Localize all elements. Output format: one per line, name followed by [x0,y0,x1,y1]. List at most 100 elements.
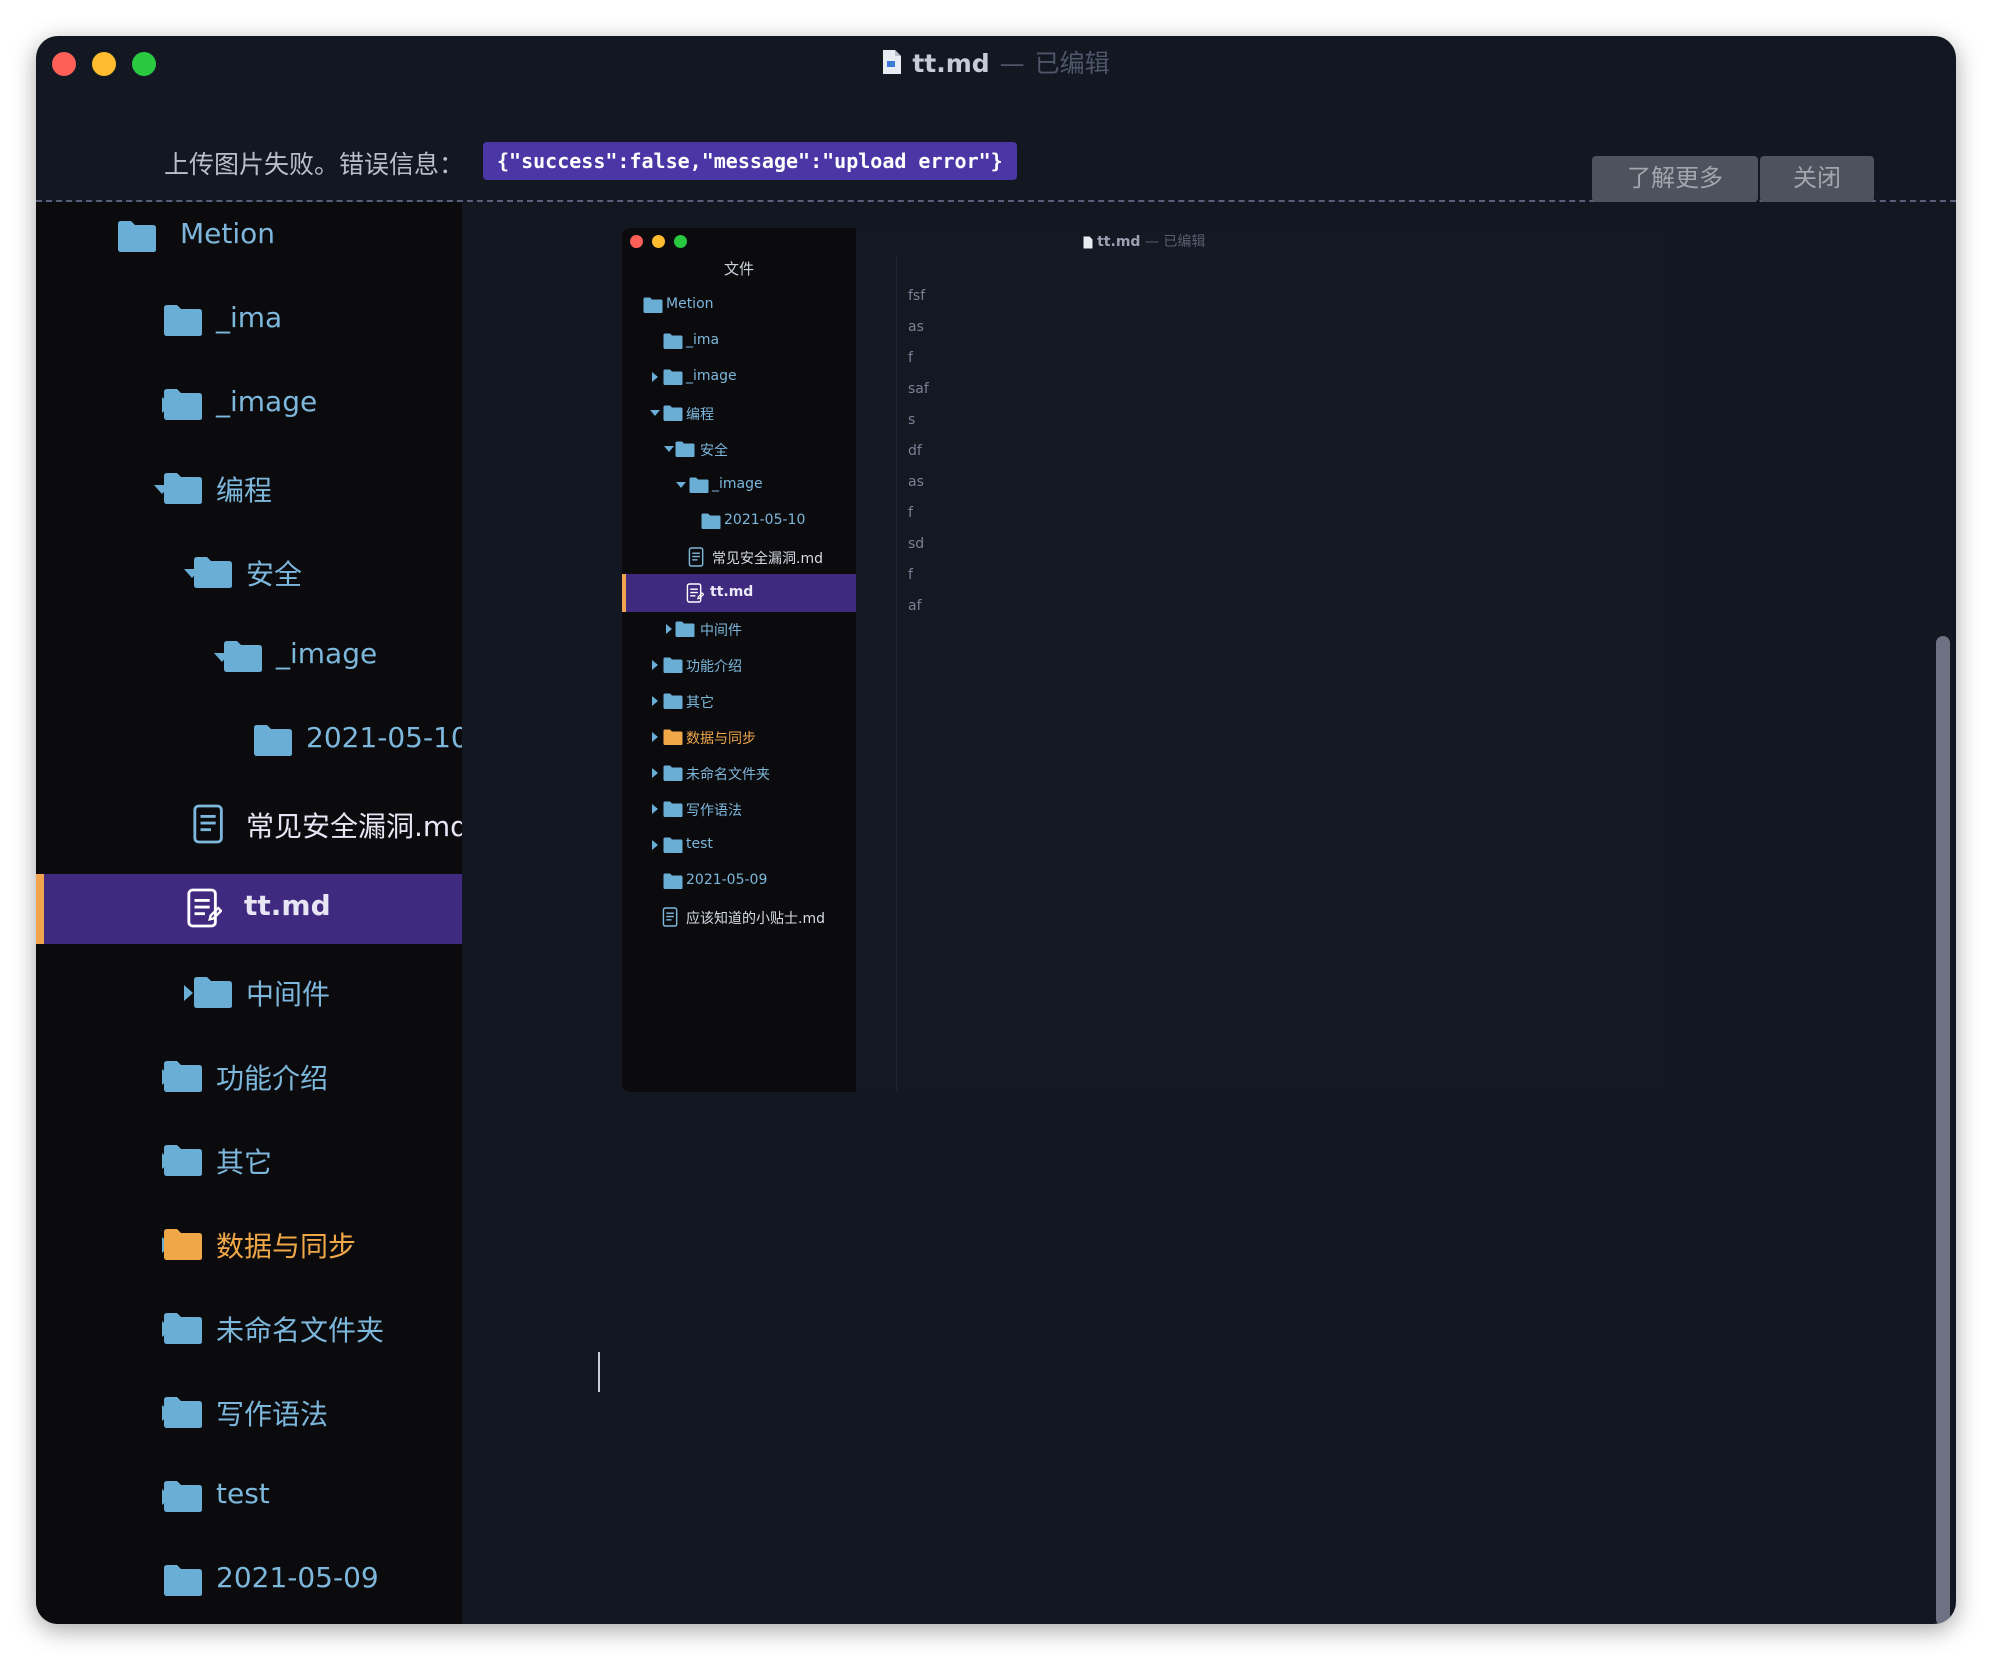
embedded-tree-item: _ima [622,322,856,360]
embedded-folder-icon [662,872,684,890]
embedded-folder-icon [662,836,684,854]
markdown-file-icon [882,49,902,81]
embedded-tree-item: 其它 [622,682,856,720]
folder-icon [162,1394,204,1430]
tree-item-label: Metion [180,217,276,250]
embedded-sidebar-header: 文件 [723,260,754,278]
folder-tree-item[interactable]: 安全 [36,538,462,608]
folder-icon [162,470,204,506]
embedded-tree-item: Metion [622,286,856,324]
folder-tree-item[interactable]: 中间件 [36,958,462,1028]
embedded-tree-item: 未命名文件夹 [622,754,856,792]
embedded-tree-label: 功能介绍 [686,659,742,675]
folder-tree-item[interactable]: Metion [36,202,462,272]
embedded-document-icon [688,546,706,568]
close-error-button[interactable]: 关闭 [1760,156,1874,202]
embedded-tree-label: 其它 [686,695,714,711]
app-window: tt.md — 已编辑 上传图片失败。错误信息： {"success":false,… [36,36,1956,1624]
embedded-tree-item: _image [622,466,856,504]
embedded-tree-label: _image [686,368,737,384]
window-title-status: 已编辑 [1034,49,1110,78]
embedded-tree-item: _image [622,358,856,396]
folder-tree-item[interactable]: 数据与同步 [36,1210,462,1280]
folder-tree-item[interactable]: 功能介绍 [36,1042,462,1112]
folder-tree-item[interactable]: 编程 [36,454,462,524]
embedded-title: tt.md — 已编辑 [622,231,1666,251]
embedded-screenshot-image[interactable]: 文件 Metion _ima _image 编程 安全 _image 2021-05-10 常… [622,228,1666,1092]
folder-icon [116,218,158,254]
folder-icon [162,302,204,338]
embedded-tree-item: 数据与同步 [622,718,856,756]
folder-icon [222,638,264,674]
folder-tree-item[interactable]: test [36,1462,462,1532]
embedded-folder-icon [662,692,684,710]
folder-tree-item[interactable]: 写作语法 [36,1378,462,1448]
embedded-caret-icon [652,840,658,850]
embedded-editor-line: as [908,474,924,490]
vertical-scrollbar[interactable] [1936,636,1950,1624]
embedded-folder-icon [688,476,710,494]
embedded-folder-icon [662,800,684,818]
folder-tree-item[interactable]: 2021-05-10 [36,706,462,776]
error-message: 上传图片失败。错误信息： [164,150,465,179]
folder-tree-item[interactable]: 其它 [36,1126,462,1196]
embedded-caret-icon [666,624,672,634]
embedded-caret-icon [652,372,658,382]
embedded-title-filename: tt.md [1097,234,1141,250]
folder-icon [252,722,294,758]
embedded-caret-icon [650,410,660,416]
tree-item-label: 安全 [246,558,303,591]
embedded-folder-icon [662,728,684,746]
embedded-editor-line: f [908,350,913,366]
embedded-caret-icon [664,446,674,452]
embedded-caret-icon [652,732,658,742]
document-icon [192,802,228,846]
embedded-editor-line: f [908,505,913,521]
folder-tree-item[interactable]: _ima [36,286,462,356]
edit-document-icon [186,886,223,930]
tree-item-label: 功能介绍 [216,1062,329,1095]
embedded-editor-line: saf [908,381,929,397]
embedded-editor-line: sd [908,536,925,552]
window-title-filename: tt.md [912,49,990,78]
embedded-editor-line: af [908,598,922,614]
embedded-tree-item: tt.md [622,574,856,612]
embedded-editor-line: df [908,443,922,459]
embedded-tree-item: 常见安全漏洞.md [622,538,856,576]
tree-item-label: _image [216,385,318,418]
embedded-folder-icon [662,404,684,422]
embedded-tree-label: tt.md [710,584,754,600]
folder-icon [162,1478,204,1514]
file-tree-item[interactable]: 常见安全漏洞.md [36,790,462,860]
embedded-tree-label: _ima [686,332,720,348]
embedded-folder-icon [662,764,684,782]
embedded-caret-icon [652,804,658,814]
embedded-tree-item: 2021-05-09 [622,862,856,900]
tree-item-label: 写作语法 [216,1398,329,1431]
embedded-tree-item: 中间件 [622,610,856,648]
folder-icon [162,1310,204,1346]
embedded-tree-item: 应该知道的小贴士.md [622,898,856,936]
folder-tree-item[interactable]: _image [36,370,462,440]
embedded-folder-icon [662,368,684,386]
embedded-folder-icon [674,440,696,458]
embedded-folder-icon [662,656,684,674]
tree-item-label: test [216,1477,270,1510]
folder-tree-item[interactable]: _image [36,622,462,692]
folder-tree-item[interactable]: 2021-05-09 [36,1546,462,1616]
folder-tree-item[interactable]: 未命名文件夹 [36,1294,462,1364]
embedded-document-icon [662,906,680,928]
title-bar: tt.md — 已编辑 [36,36,1956,90]
embedded-caret-icon [652,768,658,778]
file-tree-item[interactable]: tt.md [36,874,462,944]
learn-more-button[interactable]: 了解更多 [1592,156,1758,202]
embedded-folder-icon [674,620,696,638]
tree-item-label: 编程 [216,474,273,507]
upload-error-bar: 上传图片失败。错误信息： {"success":false,"message":… [36,90,1956,202]
window-title: tt.md — 已编辑 [36,44,1956,81]
folder-icon [162,1562,204,1598]
tree-item-label: tt.md [244,889,331,922]
embedded-folder-icon [642,296,664,314]
embedded-caret-icon [652,660,658,670]
error-code-badge: {"success":false,"message":"upload error… [483,142,1017,180]
